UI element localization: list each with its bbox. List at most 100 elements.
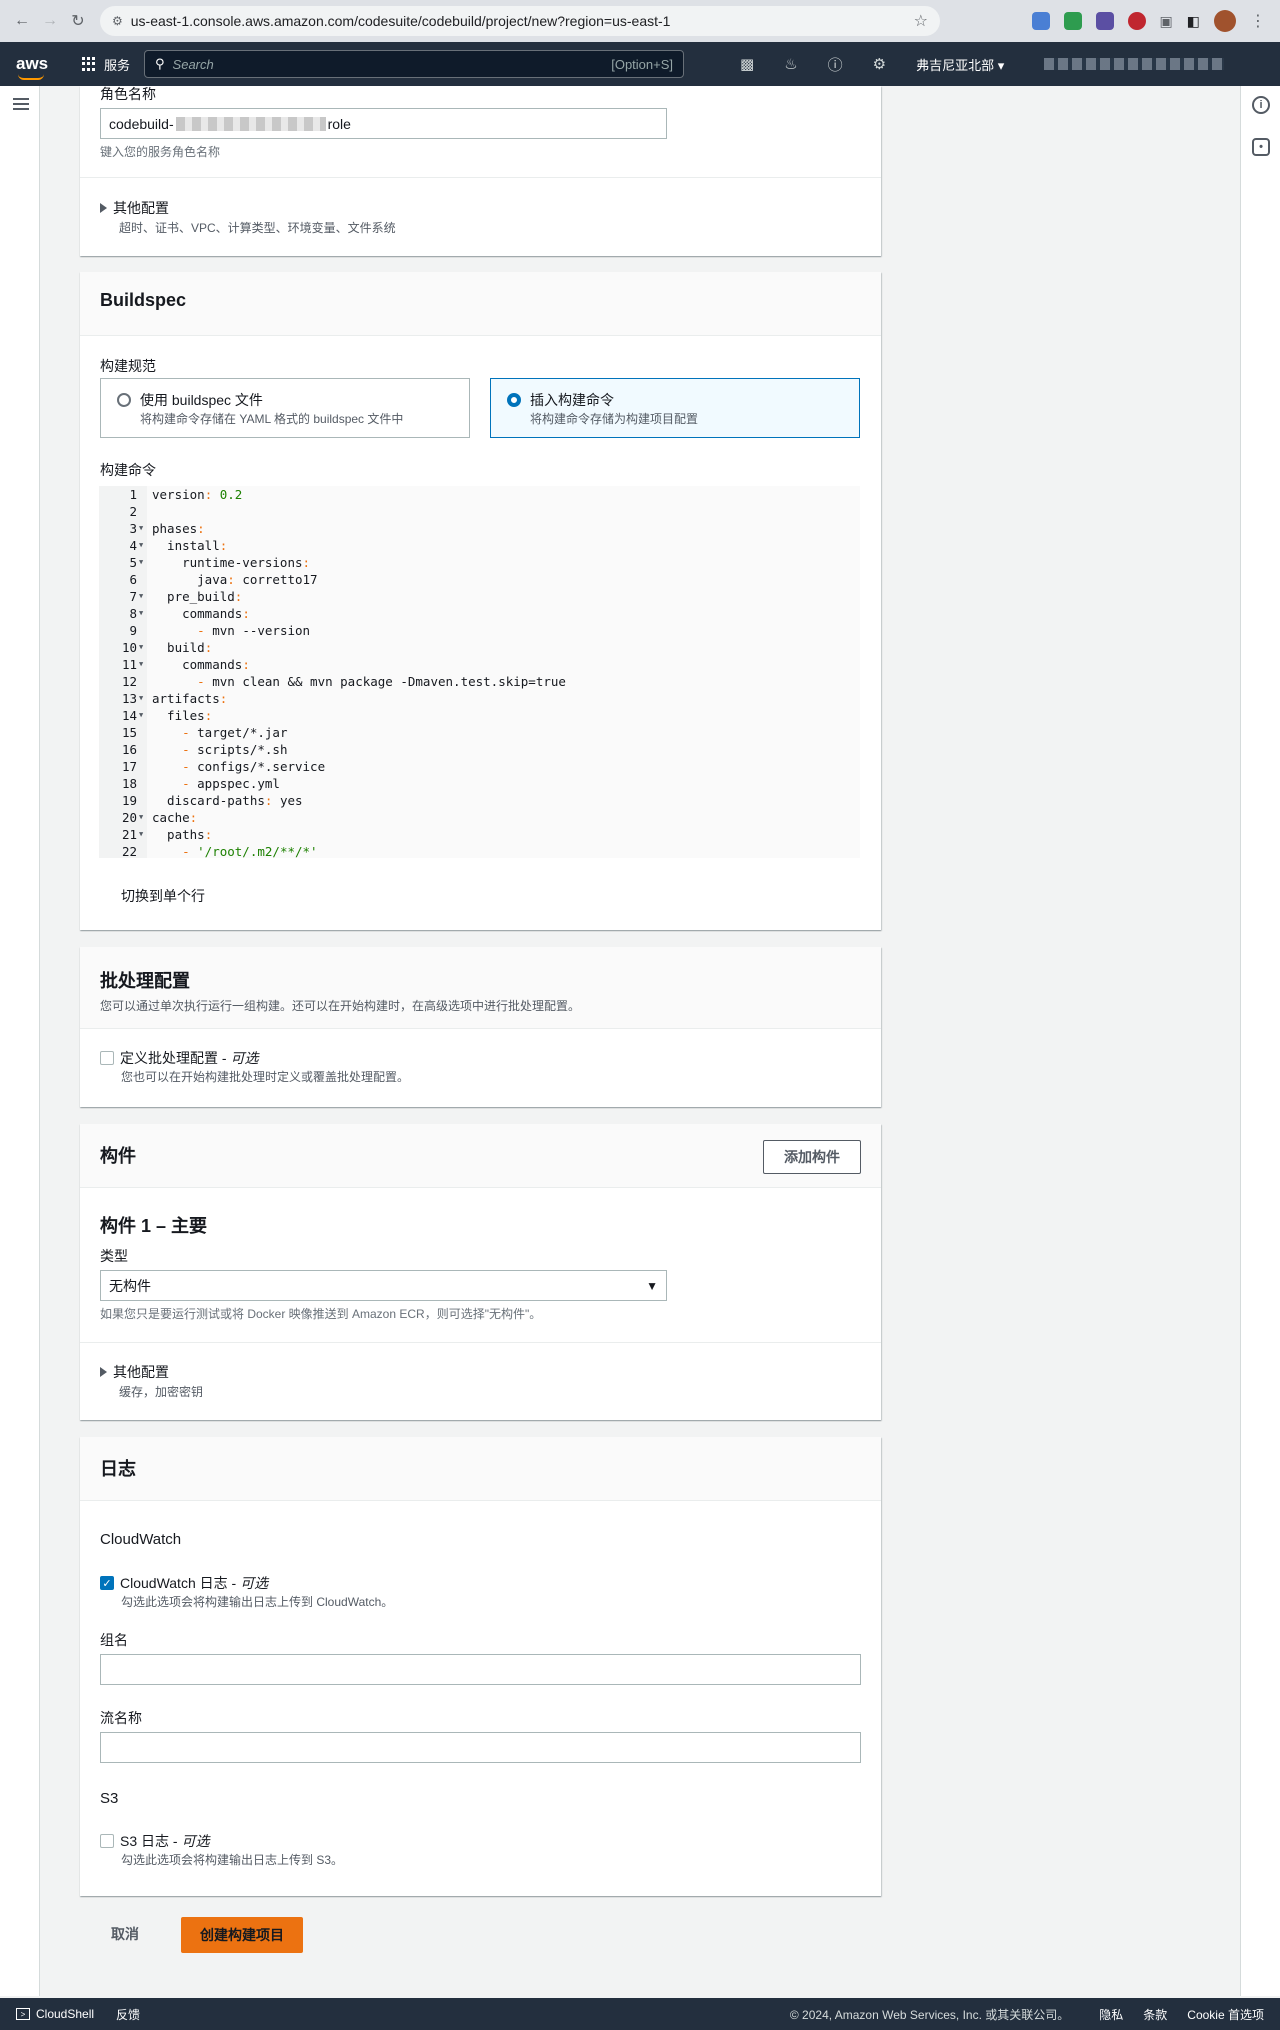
buildspec-option-file[interactable]: 使用 buildspec 文件 将构建命令存储在 YAML 格式的 builds…	[100, 378, 470, 438]
puzzle-icon[interactable]: ▣	[1160, 13, 1173, 30]
fold-caret-icon[interactable]: ▼	[139, 537, 143, 554]
fold-caret-icon[interactable]: ▼	[139, 639, 143, 656]
code-line[interactable]: 8 ▼ commands:	[99, 605, 860, 622]
cloudshell-link[interactable]: CloudShell	[36, 2007, 94, 2021]
services-menu[interactable]: 服务	[82, 55, 130, 74]
radio-buildspec-file[interactable]	[117, 393, 131, 407]
build-commands-label: 构建命令	[100, 462, 156, 478]
code-token: artifacts	[152, 691, 220, 706]
code-line[interactable]: 13 ▼ artifacts:	[99, 690, 860, 707]
help-icon[interactable]: ⓘ	[828, 54, 843, 75]
build-commands-editor[interactable]: 1 version: 0.2 2 3 ▼ phases: 4 ▼ install: 5 ▼ run…	[99, 486, 860, 860]
code-line[interactable]: 17 - configs/*.service	[99, 758, 860, 775]
s3-logs-label: S3 日志 - 可选	[120, 1831, 209, 1851]
aws-logo[interactable]: aws	[16, 54, 52, 80]
code-token: corretto17	[242, 572, 318, 587]
stream-name-input[interactable]	[100, 1732, 861, 1763]
back-icon[interactable]: ←	[8, 7, 36, 35]
code-line[interactable]: 12 - mvn clean && mvn package -Dmaven.te…	[99, 673, 860, 690]
terms-link[interactable]: 条款	[1143, 2006, 1167, 2023]
add-artifact-button[interactable]: 添加构件	[763, 1140, 861, 1174]
feedback-link[interactable]: 反馈	[116, 2006, 140, 2023]
privacy-link[interactable]: 隐私	[1099, 2006, 1123, 2023]
info-icon[interactable]: i	[1252, 96, 1270, 114]
code-line[interactable]: 6 java: corretto17	[99, 571, 860, 588]
hamburger-menu-icon[interactable]	[13, 98, 29, 110]
code-line[interactable]: 11 ▼ commands:	[99, 656, 860, 673]
fold-caret-icon[interactable]: ▼	[139, 826, 143, 843]
region-selector[interactable]: 弗吉尼亚北部 ▾	[916, 55, 1004, 74]
additional-config-expander[interactable]: 其他配置	[100, 198, 169, 218]
side-panel-icon[interactable]: ◧	[1187, 13, 1200, 30]
extension-icon[interactable]	[1095, 12, 1114, 30]
role-name-input[interactable]: codebuild- role	[100, 108, 667, 139]
code-line[interactable]: 10 ▼ build:	[99, 639, 860, 656]
artifact-type-select[interactable]: 无构件 ▼	[100, 1270, 667, 1301]
code-line[interactable]: 14 ▼ files:	[99, 707, 860, 724]
cloudwatch-logs-checkbox[interactable]: ✓	[100, 1576, 114, 1590]
cloudshell-footer-icon[interactable]: >	[16, 2008, 30, 2020]
artifact-additional-config-expander[interactable]: 其他配置	[100, 1362, 169, 1382]
cancel-button[interactable]: 取消	[111, 1924, 139, 1944]
settings-gear-icon[interactable]: ⚙	[873, 55, 886, 73]
line-number: 12	[121, 674, 137, 689]
fold-caret-icon[interactable]: ▼	[139, 588, 143, 605]
buildspec-option-insert[interactable]: 插入构建命令 将构建命令存储为构建项目配置	[490, 378, 860, 438]
fold-caret-icon[interactable]: ▼	[139, 605, 143, 622]
bookmark-star-icon[interactable]: ☆	[914, 11, 928, 31]
cloudwatch-heading: CloudWatch	[100, 1531, 182, 1548]
code-line[interactable]: 1 version: 0.2	[99, 486, 860, 503]
line-number: 21	[121, 827, 137, 842]
code-line[interactable]: 2	[99, 503, 860, 520]
reload-icon[interactable]: ↻	[64, 7, 92, 35]
profile-avatar[interactable]	[1214, 10, 1236, 32]
site-settings-icon[interactable]: ⚙	[112, 14, 123, 28]
fold-caret-icon[interactable]: ▼	[139, 656, 143, 673]
search-input[interactable]: ⚲ Search [Option+S]	[144, 50, 685, 78]
cookie-preferences-link[interactable]: Cookie 首选项	[1187, 2006, 1264, 2023]
code-line[interactable]: 21 ▼ paths:	[99, 826, 860, 843]
right-tools-rail: i •	[1240, 86, 1280, 1996]
line-number: 5	[129, 555, 137, 570]
code-line[interactable]: 16 - scripts/*.sh	[99, 741, 860, 758]
shield-extension-icon[interactable]	[1063, 12, 1082, 30]
code-line[interactable]: 18 - appspec.yml	[99, 775, 860, 792]
cloudshell-icon[interactable]: ▩	[740, 55, 754, 73]
account-menu-redacted[interactable]	[1044, 58, 1225, 70]
code-line[interactable]: 15 - target/*.jar	[99, 724, 860, 741]
fold-caret-icon[interactable]: ▼	[139, 690, 143, 707]
code-line[interactable]: 9 - mvn --version	[99, 622, 860, 639]
code-token: appspec.yml	[197, 776, 280, 791]
batch-config-label-text: 定义批处理配置 -	[120, 1050, 231, 1066]
radio-insert-commands[interactable]	[507, 393, 521, 407]
translate-extension-icon[interactable]	[1031, 12, 1050, 30]
code-line[interactable]: 4 ▼ install:	[99, 537, 860, 554]
cloudwatch-logs-label-text: CloudWatch 日志 -	[120, 1575, 241, 1591]
group-name-input[interactable]	[100, 1654, 861, 1685]
stop-extension-icon[interactable]	[1127, 12, 1146, 30]
option-file-title: 使用 buildspec 文件	[140, 392, 263, 408]
create-build-project-button[interactable]: 创建构建项目	[181, 1917, 303, 1953]
fold-caret-icon[interactable]: ▼	[139, 554, 143, 571]
fold-caret-icon[interactable]: ▼	[139, 707, 143, 724]
fold-caret-icon[interactable]: ▼	[139, 809, 143, 826]
code-text: build:	[152, 639, 212, 656]
code-line[interactable]: 7 ▼ pre_build:	[99, 588, 860, 605]
code-line[interactable]: 3 ▼ phases:	[99, 520, 860, 537]
forward-icon[interactable]: →	[36, 7, 64, 35]
switch-single-line-link[interactable]: 切换到单个行	[121, 886, 205, 906]
address-bar[interactable]: ⚙ us-east-1.console.aws.amazon.com/codes…	[100, 6, 940, 36]
code-token: build	[152, 640, 205, 655]
kebab-menu-icon[interactable]: ⋮	[1250, 11, 1266, 31]
buildspec-header: Buildspec	[80, 272, 881, 336]
code-line[interactable]: 20 ▼ cache:	[99, 809, 860, 826]
code-line[interactable]: 19 discard-paths: yes	[99, 792, 860, 809]
notifications-bell-icon[interactable]: ♨	[784, 55, 797, 73]
s3-logs-checkbox[interactable]	[100, 1834, 114, 1848]
code-line[interactable]: 22 - '/root/.m2/**/*'	[99, 843, 860, 860]
code-line[interactable]: 5 ▼ runtime-versions:	[99, 554, 860, 571]
tutorial-hexagon-icon[interactable]: •	[1252, 138, 1270, 156]
fold-caret-icon[interactable]: ▼	[139, 520, 143, 537]
artifact-additional-config-desc: 缓存，加密密钥	[119, 1385, 204, 1399]
batch-config-checkbox[interactable]	[100, 1051, 114, 1065]
